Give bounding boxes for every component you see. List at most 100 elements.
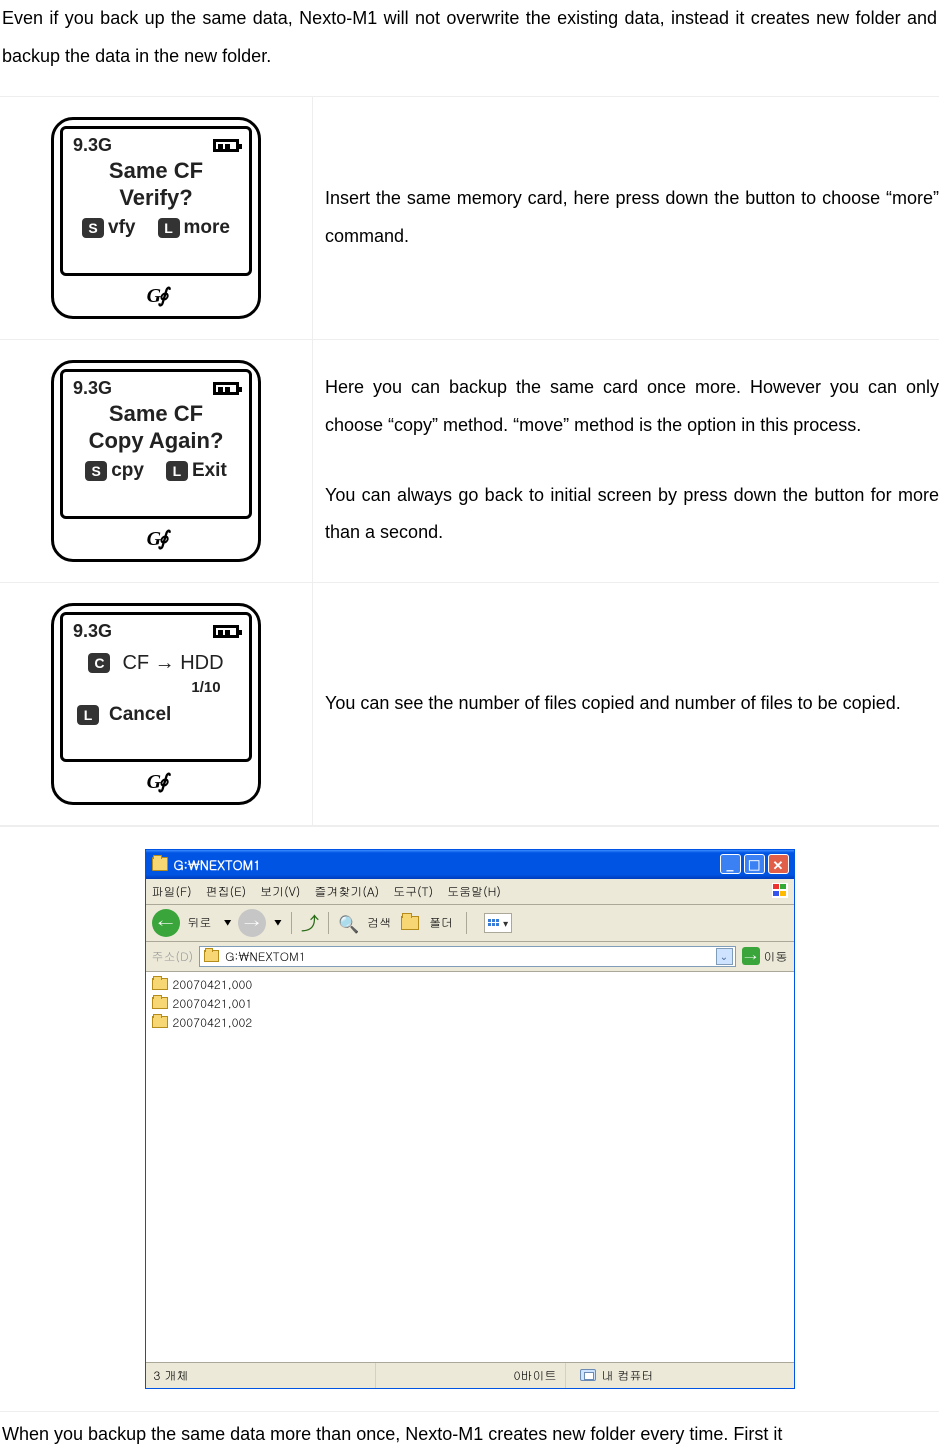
file-name: 20070421,000 [173, 976, 253, 993]
device-frame: 9.3G C CF → HDD 1/10 L Cancel [51, 603, 261, 805]
list-item[interactable]: 20070421,002 [152, 1013, 788, 1032]
explorer-container: G:₩NEXTOM1 _ □ ✕ 파일(F) 편집(E) 보기(V) 즐겨찾기(… [0, 826, 939, 1412]
outro-text: When you backup the same data more than … [0, 1412, 939, 1453]
folder-icon [152, 978, 168, 990]
screen-line-1: Same CF [73, 401, 239, 427]
description-cell: Insert the same memory card, here press … [313, 97, 939, 339]
device-frame: 9.3G Same CF Copy Again? Scpy LExit G∮ [51, 360, 261, 562]
intro-text: Even if you back up the same data, Nexto… [0, 0, 939, 96]
menu-file[interactable]: 파일(F) [152, 883, 192, 900]
maximize-button[interactable]: □ [744, 854, 765, 874]
status-bar: 3 개체 0바이트 내 컴퓨터 [146, 1362, 794, 1388]
menu-fav[interactable]: 즐겨찾기(A) [314, 883, 379, 900]
progress-count: 1/10 [173, 679, 239, 696]
long-key-label: more [184, 217, 230, 238]
menu-edit[interactable]: 편집(E) [206, 883, 247, 900]
file-name: 20070421,001 [173, 995, 253, 1012]
menu-tools[interactable]: 도구(T) [393, 883, 433, 900]
address-label: 주소(D) [152, 948, 194, 965]
folder-icon [152, 857, 168, 871]
status-count: 3 개체 [146, 1363, 376, 1388]
menu-view[interactable]: 보기(V) [260, 883, 300, 900]
address-dropdown-icon[interactable]: ⌄ [716, 948, 733, 965]
battery-icon [213, 139, 239, 152]
status-location-text: 내 컴퓨터 [602, 1367, 654, 1384]
file-name: 20070421,002 [173, 1014, 253, 1031]
long-key-label: Exit [192, 460, 227, 481]
table-row: 9.3G Same CF Verify? Svfy Lmore G∮ Inser… [0, 97, 939, 340]
short-key-icon: S [82, 218, 104, 238]
short-key-label: vfy [108, 217, 135, 238]
device-frame: 9.3G Same CF Verify? Svfy Lmore G∮ [51, 117, 261, 319]
toolbar: ← 뒤로 ▼ → ▼ ⤴ 🔍 검색 폴더 ▾ [146, 905, 794, 942]
instruction-table: 9.3G Same CF Verify? Svfy Lmore G∮ Inser… [0, 96, 939, 826]
status-location: 내 컴퓨터 [566, 1363, 794, 1388]
device-cell: 9.3G C CF → HDD 1/10 L Cancel [0, 583, 313, 825]
capacity-label: 9.3G [73, 135, 112, 156]
window-title: G:₩NEXTOM1 [174, 855, 261, 874]
battery-icon [213, 382, 239, 395]
progress-label: CF → HDD [122, 652, 223, 675]
cancel-label: Cancel [109, 704, 171, 726]
go-button[interactable]: → 이동 [742, 947, 788, 965]
cancel-key-icon: L [77, 705, 99, 725]
view-selector-button[interactable]: ▾ [484, 913, 512, 933]
brand-logo: G∮ [54, 283, 258, 308]
row-text-a: You can see the number of files copied a… [325, 685, 939, 723]
battery-icon [213, 625, 239, 638]
folder-icon [152, 1016, 168, 1028]
windows-explorer-window: G:₩NEXTOM1 _ □ ✕ 파일(F) 편집(E) 보기(V) 즐겨찾기(… [145, 849, 795, 1389]
screen-line-2: Copy Again? [73, 427, 239, 455]
row-text-b: You can always go back to initial screen… [325, 477, 939, 553]
device-screen: 9.3G Same CF Copy Again? Scpy LExit [60, 369, 252, 519]
folder-icon [152, 997, 168, 1009]
close-button[interactable]: ✕ [768, 854, 789, 874]
address-value: G:₩NEXTOM1 [225, 948, 306, 965]
device-cell: 9.3G Same CF Copy Again? Scpy LExit G∮ [0, 340, 313, 582]
go-label: 이동 [764, 948, 788, 965]
description-cell: Here you can backup the same card once m… [313, 340, 939, 582]
address-bar: 주소(D) G:₩NEXTOM1 ⌄ → 이동 [146, 942, 794, 972]
minimize-button[interactable]: _ [720, 854, 741, 874]
table-row: 9.3G C CF → HDD 1/10 L Cancel [0, 583, 939, 826]
status-size: 0바이트 [376, 1363, 566, 1388]
back-button[interactable]: ← [152, 909, 180, 937]
menu-bar: 파일(F) 편집(E) 보기(V) 즐겨찾기(A) 도구(T) 도움말(H) [146, 879, 794, 905]
menu-help[interactable]: 도움말(H) [447, 883, 501, 900]
forward-dropdown-icon[interactable]: ▼ [274, 916, 282, 929]
back-dropdown-icon[interactable]: ▼ [224, 916, 232, 929]
capacity-label: 9.3G [73, 621, 112, 642]
capacity-label: 9.3G [73, 378, 112, 399]
list-item[interactable]: 20070421,001 [152, 994, 788, 1013]
file-list: 20070421,000 20070421,001 20070421,002 [146, 972, 794, 1362]
device-cell: 9.3G Same CF Verify? Svfy Lmore G∮ [0, 97, 313, 339]
folders-pane-icon[interactable] [401, 916, 419, 930]
long-key-icon: L [158, 218, 180, 238]
list-item[interactable]: 20070421,000 [152, 975, 788, 994]
screen-line-1: Same CF [73, 158, 239, 184]
address-input[interactable]: G:₩NEXTOM1 ⌄ [199, 946, 735, 967]
folder-icon [204, 950, 219, 962]
row-text-a: Insert the same memory card, here press … [325, 180, 939, 256]
brand-logo: G∮ [54, 769, 258, 794]
copy-key-icon: C [88, 653, 110, 673]
windows-logo-icon [772, 883, 788, 898]
device-screen: 9.3G C CF → HDD 1/10 L Cancel [60, 612, 252, 762]
table-row: 9.3G Same CF Copy Again? Scpy LExit G∮ H… [0, 340, 939, 583]
back-label: 뒤로 [188, 914, 212, 931]
search-label[interactable]: 검색 [367, 914, 391, 931]
forward-button[interactable]: → [238, 909, 266, 937]
brand-logo: G∮ [54, 526, 258, 551]
go-arrow-icon: → [742, 947, 760, 965]
window-title-bar[interactable]: G:₩NEXTOM1 _ □ ✕ [146, 850, 794, 879]
computer-icon [580, 1369, 596, 1381]
screen-line-2: Verify? [73, 184, 239, 212]
up-folder-button[interactable]: ⤴ [301, 910, 319, 936]
row-text-a: Here you can backup the same card once m… [325, 369, 939, 445]
search-icon[interactable]: 🔍 [338, 911, 359, 935]
short-key-label: cpy [111, 460, 144, 481]
long-key-icon: L [166, 461, 188, 481]
folders-label[interactable]: 폴더 [429, 914, 453, 931]
device-screen: 9.3G Same CF Verify? Svfy Lmore [60, 126, 252, 276]
description-cell: You can see the number of files copied a… [313, 583, 939, 825]
